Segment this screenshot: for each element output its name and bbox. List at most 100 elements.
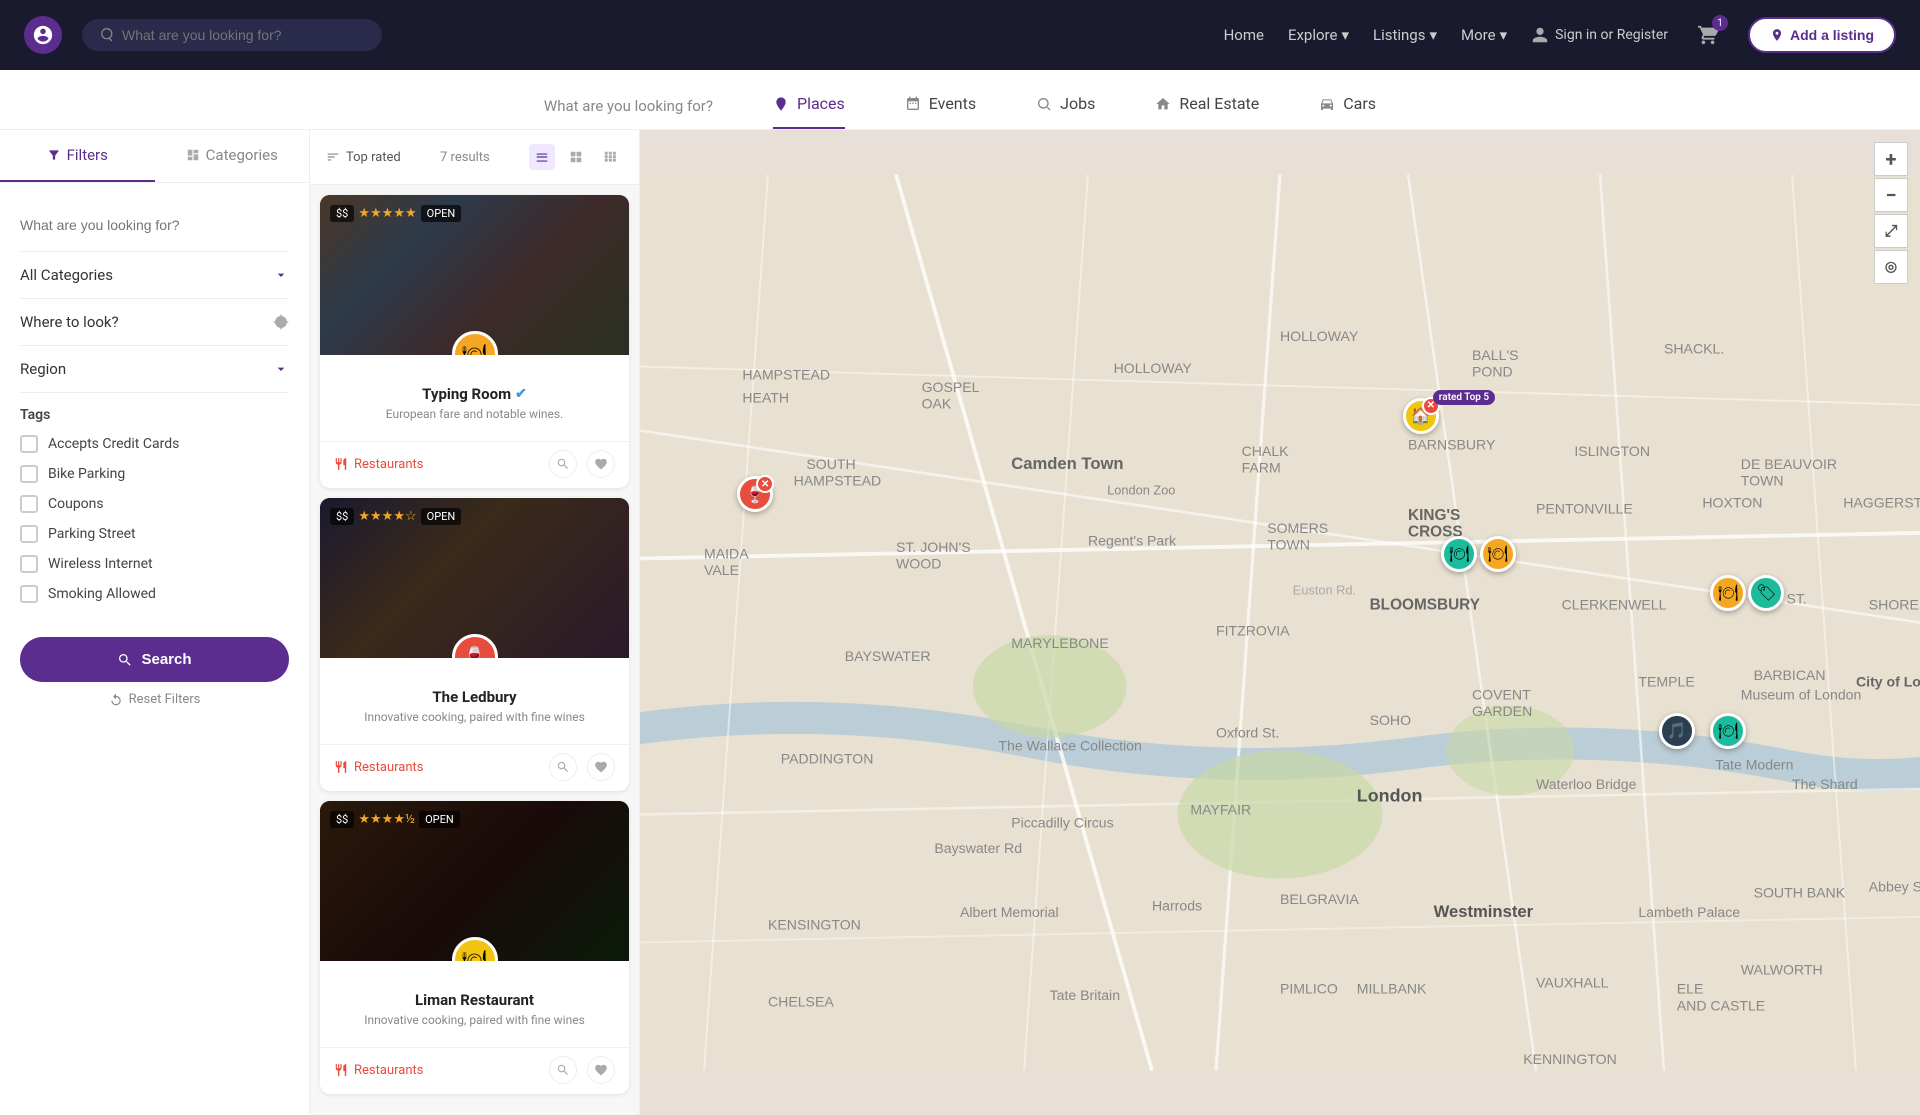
map-pin-5[interactable]: 🍽 xyxy=(1710,575,1746,611)
main-layout: Filters Categories All Categories Where … xyxy=(0,130,1920,1115)
checkbox-bike-parking[interactable] xyxy=(20,465,38,483)
listing-card-liman[interactable]: $$ ★★★★½ OPEN 🍽 Liman Restaurant Innovat… xyxy=(320,801,629,1094)
keyword-input[interactable] xyxy=(20,213,289,237)
svg-text:ELE: ELE xyxy=(1677,981,1704,997)
card-avatar-1: 🍽 xyxy=(452,331,498,355)
map-pin-3[interactable]: 🍽 xyxy=(1441,536,1477,572)
cart-icon[interactable]: 1 xyxy=(1692,19,1724,51)
nav-search-bar[interactable] xyxy=(82,19,382,51)
logo[interactable] xyxy=(24,16,62,54)
sidebar: Filters Categories All Categories Where … xyxy=(0,130,310,1115)
tab-places[interactable]: Places xyxy=(773,94,845,129)
svg-text:KENSINGTON: KENSINGTON xyxy=(768,917,861,933)
nav-more[interactable]: More ▾ xyxy=(1461,26,1507,44)
nav-listings[interactable]: Listings ▾ xyxy=(1373,26,1437,44)
map-pin-8[interactable]: 🍽 xyxy=(1710,713,1746,749)
checkbox-parking-street[interactable] xyxy=(20,525,38,543)
card-search-btn-2[interactable] xyxy=(549,753,577,781)
svg-text:BARNSBURY: BARNSBURY xyxy=(1408,437,1496,453)
view-list[interactable] xyxy=(529,144,555,170)
sidebar-filters: All Categories Where to look? Region Tag… xyxy=(0,183,309,733)
price-tag-1: $$ xyxy=(330,205,354,222)
card-favorite-btn-3[interactable] xyxy=(587,1056,615,1084)
nav-right: Home Explore ▾ Listings ▾ More ▾ Sign in… xyxy=(1224,17,1896,53)
svg-text:TOWN: TOWN xyxy=(1267,537,1310,553)
svg-text:CLERKENWELL: CLERKENWELL xyxy=(1562,597,1667,613)
location-filter[interactable]: Where to look? xyxy=(20,299,289,346)
tag-smoking-allowed[interactable]: Smoking Allowed xyxy=(20,585,289,603)
svg-text:FARM: FARM xyxy=(1242,460,1281,476)
chevron-down-icon xyxy=(273,267,289,283)
tab-cars[interactable]: Cars xyxy=(1319,94,1376,129)
secondary-nav: What are you looking for? Places Events … xyxy=(0,70,1920,130)
checkbox-wireless-internet[interactable] xyxy=(20,555,38,573)
tag-wireless-internet[interactable]: Wireless Internet xyxy=(20,555,289,573)
view-grid-2[interactable] xyxy=(563,144,589,170)
search-button[interactable]: Search xyxy=(20,637,289,682)
category-filter[interactable]: All Categories xyxy=(20,252,289,299)
cart-badge: 1 xyxy=(1712,15,1728,31)
svg-text:Museum of London: Museum of London xyxy=(1741,686,1862,702)
listing-card-ledbury[interactable]: $$ ★★★★☆ OPEN 🍷 The Ledbury Innovative c… xyxy=(320,498,629,791)
map-pin-2[interactable]: 🏠 ✕ rated Top 5 xyxy=(1403,398,1439,434)
card-search-btn-1[interactable] xyxy=(549,450,577,478)
svg-text:HEATH: HEATH xyxy=(742,389,789,405)
checkbox-coupons[interactable] xyxy=(20,495,38,513)
svg-text:Harrods: Harrods xyxy=(1152,898,1202,914)
tag-coupons[interactable]: Coupons xyxy=(20,495,289,513)
map-pin-7[interactable]: 🎵 xyxy=(1659,713,1695,749)
checkbox-accepts-credit-cards[interactable] xyxy=(20,435,38,453)
tag-accepts-credit-cards[interactable]: Accepts Credit Cards xyxy=(20,435,289,453)
listing-card-typing-room[interactable]: $$ ★★★★★ OPEN 🍽 Typing Room ✔ European f… xyxy=(320,195,629,488)
reset-filters-button[interactable]: Reset Filters xyxy=(20,682,289,717)
svg-text:HOXTON: HOXTON xyxy=(1702,494,1762,510)
categories-icon xyxy=(186,148,200,162)
map-controls: + − ⤢ ◎ xyxy=(1874,142,1908,284)
map-pin-6[interactable]: 🏷 xyxy=(1748,575,1784,611)
search-input[interactable] xyxy=(122,27,342,43)
region-filter[interactable]: Region xyxy=(20,346,289,393)
view-grid-3[interactable] xyxy=(597,144,623,170)
card-desc-3: Innovative cooking, paired with fine win… xyxy=(334,1013,615,1027)
nav-home[interactable]: Home xyxy=(1224,26,1264,44)
zoom-out-button[interactable]: − xyxy=(1874,178,1908,212)
svg-text:HOLLOWAY: HOLLOWAY xyxy=(1280,328,1359,344)
sec-search-label: What are you looking for? xyxy=(544,97,713,129)
map-pin-1[interactable]: 🍷 ✕ xyxy=(737,476,773,512)
tab-real-estate[interactable]: Real Estate xyxy=(1155,94,1259,129)
card-name-3: Liman Restaurant xyxy=(334,991,615,1009)
map-pin-4[interactable]: 🍽 xyxy=(1480,536,1516,572)
nav-sign-in[interactable]: Sign in or Register xyxy=(1531,26,1668,44)
locate-button[interactable]: ◎ xyxy=(1874,250,1908,284)
tab-filters[interactable]: Filters xyxy=(0,130,155,182)
listings-panel: Top rated 7 results $$ xyxy=(310,130,640,1115)
location-filter-icon xyxy=(273,314,289,330)
tag-bike-parking[interactable]: Bike Parking xyxy=(20,465,289,483)
map-svg: HAMPSTEAD HEATH GOSPEL OAK HOLLOWAY HOLL… xyxy=(640,130,1920,1115)
search-action-icon-2 xyxy=(556,760,570,774)
card-footer-1: Restaurants xyxy=(320,441,629,488)
card-body-1: Typing Room ✔ European fare and notable … xyxy=(320,355,629,441)
svg-text:London Zoo: London Zoo xyxy=(1107,483,1175,498)
search-action-icon xyxy=(556,457,570,471)
svg-text:SOUTH: SOUTH xyxy=(806,456,855,472)
card-image-1: $$ ★★★★★ OPEN 🍽 xyxy=(320,195,629,355)
fullscreen-button[interactable]: ⤢ xyxy=(1874,214,1908,248)
tag-parking-street[interactable]: Parking Street xyxy=(20,525,289,543)
card-search-btn-3[interactable] xyxy=(549,1056,577,1084)
sort-label[interactable]: Top rated xyxy=(326,150,401,165)
card-favorite-btn-2[interactable] xyxy=(587,753,615,781)
map-container[interactable]: HAMPSTEAD HEATH GOSPEL OAK HOLLOWAY HOLL… xyxy=(640,130,1920,1115)
tab-events[interactable]: Events xyxy=(905,94,976,129)
checkbox-smoking-allowed[interactable] xyxy=(20,585,38,603)
nav-explore[interactable]: Explore ▾ xyxy=(1288,26,1349,44)
add-listing-button[interactable]: Add a listing xyxy=(1748,17,1896,53)
svg-text:VAUXHALL: VAUXHALL xyxy=(1536,974,1609,990)
tab-categories[interactable]: Categories xyxy=(155,130,310,182)
heart-icon-2 xyxy=(594,760,608,774)
tab-jobs[interactable]: Jobs xyxy=(1036,94,1095,129)
card-avatar-2: 🍷 xyxy=(452,634,498,658)
svg-text:HAMPSTEAD: HAMPSTEAD xyxy=(742,366,830,382)
card-favorite-btn-1[interactable] xyxy=(587,450,615,478)
zoom-in-button[interactable]: + xyxy=(1874,142,1908,176)
